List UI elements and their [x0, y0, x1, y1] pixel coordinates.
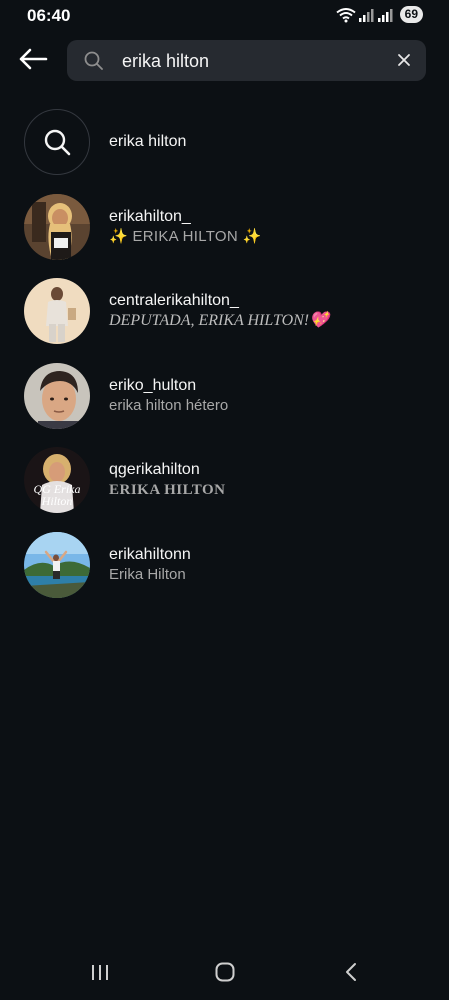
search-icon: [84, 51, 103, 75]
back-nav-button[interactable]: [336, 958, 366, 986]
status-icons: 69: [336, 6, 423, 23]
wifi-icon: [336, 7, 356, 23]
search-suggestion-row[interactable]: erika hilton: [0, 100, 449, 185]
search-results-list: erika hilton erikahilton_ ✨ ERIKA HILTON…: [0, 100, 449, 607]
avatar: [24, 193, 90, 260]
display-name: ERIKA HILTON: [109, 482, 226, 499]
username: erikahiltonn: [109, 545, 191, 563]
avatar: QG Erika Hilton: [24, 447, 90, 514]
username: erikahilton_: [109, 207, 191, 225]
avatar: [24, 531, 90, 598]
search-bar[interactable]: [67, 40, 426, 81]
status-time: 06:40: [27, 6, 71, 25]
search-input[interactable]: [122, 49, 382, 73]
avatar: [24, 278, 90, 345]
system-nav-bar: [0, 950, 449, 994]
username: qgerikahilton: [109, 461, 200, 479]
account-result-row[interactable]: eriko_hulton erika hilton hétero: [0, 354, 449, 439]
account-text: erikahilton_ ✨ ERIKA HILTON ✨: [109, 207, 261, 247]
display-name: erika hilton hétero: [109, 396, 229, 414]
svg-text:Hilton: Hilton: [41, 494, 73, 508]
search-suggestion-icon: [24, 109, 90, 176]
username: centralerikahilton_: [109, 292, 239, 310]
account-result-row[interactable]: erikahilton_ ✨ ERIKA HILTON ✨: [0, 185, 449, 270]
status-bar: 06:40 69: [0, 0, 449, 32]
close-icon: [398, 54, 410, 66]
search-suggestion-text: erika hilton: [109, 132, 186, 152]
recent-apps-button[interactable]: [85, 958, 115, 986]
chevron-left-icon: [346, 963, 356, 981]
display-name: Erika Hilton: [109, 565, 186, 583]
account-text: eriko_hulton erika hilton hétero: [109, 376, 228, 416]
username: eriko_hulton: [109, 376, 197, 394]
home-button[interactable]: [210, 958, 240, 986]
account-result-row[interactable]: centralerikahilton_ DEPUTADA, ERIKA HILT…: [0, 269, 449, 354]
account-text: qgerikahilton ERIKA HILTON: [109, 460, 225, 500]
arrow-left-icon: [18, 47, 48, 76]
account-text: erikahiltonn Erika Hilton: [109, 545, 191, 585]
clear-search-button[interactable]: [396, 52, 412, 68]
home-icon: [215, 962, 235, 982]
battery-indicator: 69: [399, 6, 423, 23]
signal-icon-2: [377, 8, 394, 22]
display-name: ✨ ERIKA HILTON ✨: [109, 227, 262, 245]
account-result-row[interactable]: QG Erika Hilton qgerikahilton ERIKA HILT…: [0, 438, 449, 523]
recent-apps-icon: [92, 965, 108, 980]
back-button[interactable]: [17, 47, 49, 75]
search-suggestion-label: erika hilton: [109, 133, 187, 151]
avatar: [24, 362, 90, 429]
signal-icon: [358, 8, 375, 22]
account-text: centralerikahilton_ DEPUTADA, ERIKA HILT…: [109, 291, 329, 331]
account-result-row[interactable]: erikahiltonn Erika Hilton: [0, 523, 449, 608]
display-name: DEPUTADA, ERIKA HILTON!💖: [109, 312, 330, 330]
search-icon: [44, 130, 71, 156]
